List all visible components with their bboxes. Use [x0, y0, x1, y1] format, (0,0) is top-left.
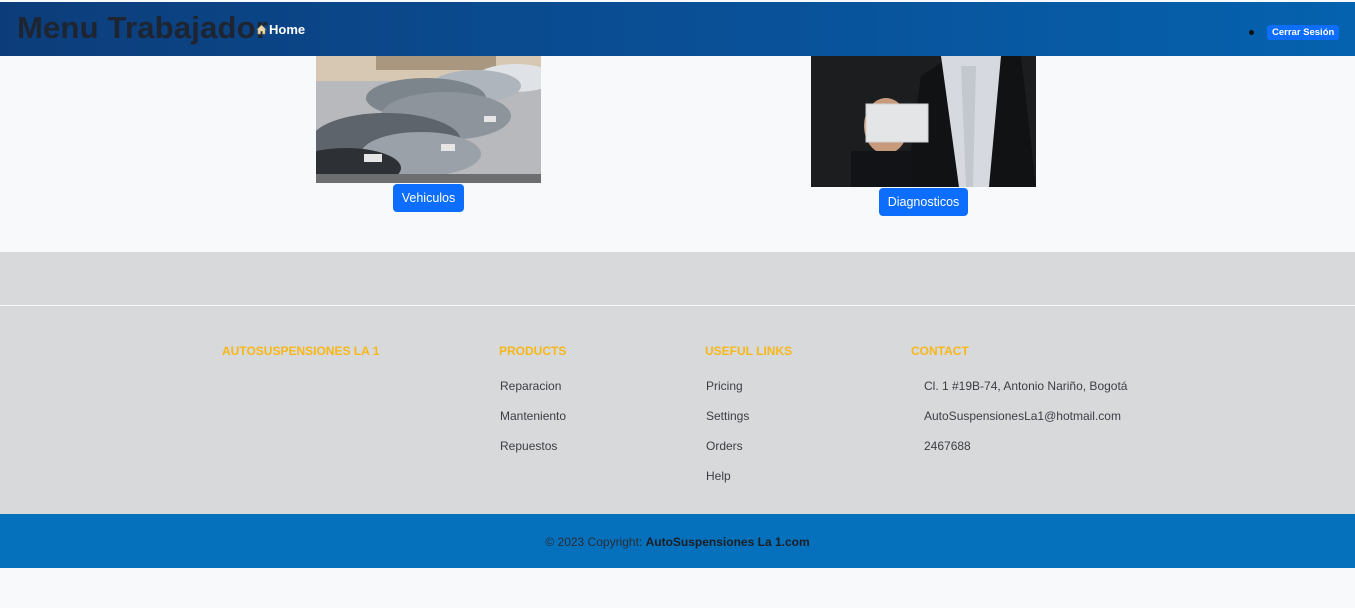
top-navbar: Menu Trabajador Home Cerrar Sesión — [0, 2, 1355, 56]
vehicles-image[interactable] — [316, 56, 541, 183]
useful-links-title: USEFUL LINKS — [705, 344, 793, 358]
copyright-prefix: © 2023 Copyright: — [545, 535, 643, 549]
link-orders[interactable]: Orders — [706, 439, 743, 453]
products-title: PRODUCTS — [499, 344, 567, 358]
home-icon — [256, 24, 267, 35]
cars-photo — [316, 56, 541, 183]
contact-title: CONTACT — [911, 344, 969, 358]
contact-phone: 2467688 — [924, 439, 971, 453]
diagnostics-button[interactable]: Diagnosticos — [879, 188, 968, 216]
product-link-repuestos[interactable]: Repuestos — [500, 439, 557, 453]
copyright-brand-link[interactable]: AutoSuspensiones La 1.com — [646, 535, 810, 549]
vehicles-button[interactable]: Vehiculos — [393, 184, 464, 212]
list-bullet — [1249, 30, 1254, 35]
product-link-manteniento[interactable]: Manteniento — [500, 409, 566, 423]
company-title: AUTOSUSPENSIONES LA 1 — [222, 344, 380, 358]
copyright-text: © 2023 Copyright: AutoSuspensiones La 1.… — [0, 535, 1355, 549]
logout-button[interactable]: Cerrar Sesión — [1267, 25, 1340, 40]
brand-title: Menu Trabajador — [17, 10, 269, 45]
home-label: Home — [269, 22, 306, 37]
business-card-photo — [811, 56, 1036, 187]
footer: AUTOSUSPENSIONES LA 1 PRODUCTS Reparacio… — [0, 306, 1355, 514]
link-help[interactable]: Help — [706, 469, 731, 483]
link-settings[interactable]: Settings — [706, 409, 749, 423]
copyright-bar: © 2023 Copyright: AutoSuspensiones La 1.… — [0, 514, 1355, 568]
product-link-reparacion[interactable]: Reparacion — [500, 379, 561, 393]
link-pricing[interactable]: Pricing — [706, 379, 743, 393]
home-link[interactable]: Home — [256, 22, 305, 37]
contact-email: AutoSuspensionesLa1@hotmail.com — [924, 409, 1121, 423]
contact-address: Cl. 1 #19B-74, Antonio Nariño, Bogotá — [924, 379, 1128, 393]
footer-top-band — [0, 252, 1355, 305]
diagnostics-image[interactable] — [811, 56, 1036, 187]
